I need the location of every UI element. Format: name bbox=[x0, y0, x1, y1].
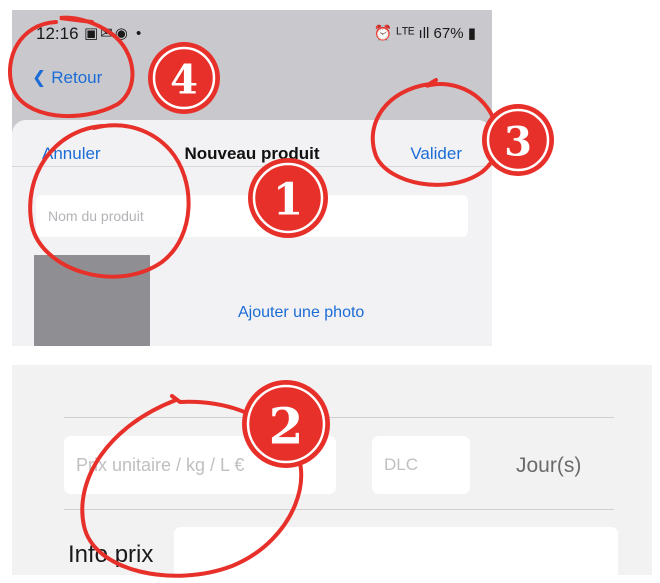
add-photo-button[interactable]: Ajouter une photo bbox=[238, 304, 364, 322]
status-notification-icons: ▣✉◉ • bbox=[84, 25, 144, 42]
product-name-input[interactable] bbox=[36, 195, 468, 237]
new-product-sheet: Annuler Nouveau produit Valider Ajouter … bbox=[12, 120, 492, 346]
sheet-header-divider bbox=[12, 166, 492, 167]
chevron-left-icon: ❮ bbox=[32, 68, 47, 87]
section-divider-bottom bbox=[64, 509, 614, 510]
section-divider-top bbox=[64, 417, 614, 418]
photo-placeholder[interactable] bbox=[34, 255, 150, 346]
status-system-icons: ⏰ ᴸᵀᴱ ıll 67% ▮ bbox=[373, 25, 476, 42]
days-label: Jour(s) bbox=[516, 454, 582, 477]
badge-3: 3 bbox=[482, 104, 554, 176]
dlc-input[interactable] bbox=[372, 436, 470, 494]
price-info-label: Info prix bbox=[68, 541, 154, 568]
validate-button[interactable]: Valider bbox=[410, 144, 462, 164]
back-button[interactable]: ❮ Retour bbox=[32, 68, 102, 88]
back-label: Retour bbox=[51, 68, 103, 87]
price-info-input[interactable] bbox=[174, 527, 618, 575]
top-screenshot: 12:16 ▣✉◉ • ⏰ ᴸᵀᴱ ıll 67% ▮ ❮ Retour Annu… bbox=[12, 10, 492, 346]
bottom-screenshot: Jour(s) Info prix bbox=[12, 365, 652, 575]
status-time: 12:16 bbox=[36, 24, 79, 43]
badge-3-label: 3 bbox=[504, 119, 532, 166]
unit-price-input[interactable] bbox=[64, 436, 336, 494]
